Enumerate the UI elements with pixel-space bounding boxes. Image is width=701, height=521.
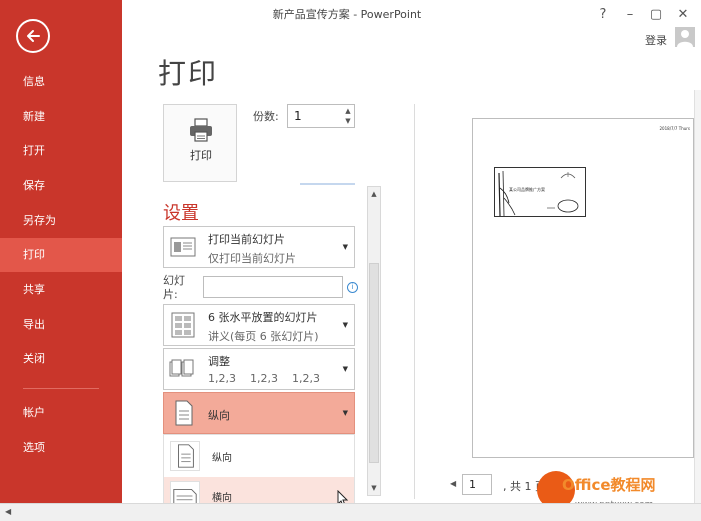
- minimize-button[interactable]: –: [620, 6, 640, 24]
- copies-input[interactable]: 1 ▲ ▼: [287, 104, 355, 128]
- print-button[interactable]: 打印: [163, 104, 237, 182]
- layout-main: 6 张水平放置的幻灯片: [208, 311, 318, 324]
- copies-label: 份数:: [253, 110, 279, 123]
- settings-scrollbar[interactable]: ▲ ▼: [367, 186, 381, 496]
- slide-thumbnail-text: 某公司品牌推广方案: [509, 187, 545, 192]
- orientation-option-label: 横向: [212, 493, 232, 504]
- settings-header: 设置: [163, 203, 199, 224]
- nav-open[interactable]: 打开: [0, 134, 122, 168]
- nav-print[interactable]: 打印: [0, 238, 122, 272]
- user-icon: [677, 30, 693, 47]
- scrollbar-thumb[interactable]: [369, 263, 379, 463]
- portrait-page-icon: [175, 400, 193, 426]
- horizontal-scrollbar[interactable]: ◀: [0, 503, 701, 521]
- avatar[interactable]: [675, 27, 695, 47]
- orientation-option-portrait[interactable]: 纵向: [164, 437, 354, 475]
- layout-dropdown[interactable]: 6 张水平放置的幻灯片 讲义(每页 6 张幻灯片) ▼: [163, 304, 355, 346]
- back-button[interactable]: [16, 19, 50, 53]
- copies-decrement-button[interactable]: ▼: [343, 117, 353, 126]
- help-button[interactable]: ?: [593, 6, 613, 24]
- orientation-main: 纵向: [208, 409, 230, 422]
- portrait-page-icon: [170, 441, 200, 471]
- collate-sub-3: 1,2,3: [292, 372, 320, 385]
- print-range-main: 打印当前幻灯片: [208, 233, 285, 246]
- collate-dropdown[interactable]: 调整 1,2,3 1,2,3 1,2,3 ▼: [163, 348, 355, 390]
- nav-export[interactable]: 导出: [0, 308, 122, 342]
- preview-scrollbar[interactable]: [694, 90, 701, 503]
- nav-divider: [23, 388, 99, 389]
- nav-info[interactable]: 信息: [0, 65, 122, 99]
- scroll-hint: [300, 183, 355, 185]
- collate-icon: [169, 359, 194, 377]
- collate-main: 调整: [208, 355, 230, 368]
- login-link[interactable]: 登录: [645, 32, 667, 48]
- info-icon[interactable]: i: [347, 282, 358, 293]
- backstage-nav: 信息 新建 打开 保存 另存为 打印 共享 导出 关闭 帐户 选项: [0, 0, 122, 503]
- orientation-dropdown[interactable]: 纵向 ▼: [163, 392, 355, 434]
- previous-page-button[interactable]: ◀: [450, 479, 456, 488]
- print-range-sub: 仅打印当前幻灯片: [208, 252, 296, 265]
- collate-sub-2: 1,2,3: [250, 372, 278, 385]
- restore-button[interactable]: ▢: [646, 6, 666, 24]
- layout-sub: 讲义(每页 6 张幻灯片): [208, 330, 319, 343]
- scroll-left-button[interactable]: ◀: [5, 507, 11, 516]
- nav-close[interactable]: 关闭: [0, 342, 122, 376]
- close-button[interactable]: ✕: [673, 6, 693, 24]
- slides-input[interactable]: [203, 276, 343, 298]
- page-number-value: 1: [469, 478, 476, 491]
- nav-save-as[interactable]: 另存为: [0, 204, 122, 238]
- print-range-dropdown[interactable]: 打印当前幻灯片 仅打印当前幻灯片 ▼: [163, 226, 355, 268]
- scroll-down-button[interactable]: ▼: [369, 482, 379, 494]
- chevron-down-icon: ▼: [342, 365, 348, 373]
- nav-account[interactable]: 帐户: [0, 396, 122, 430]
- preview-date: 2018/7/7 Thurs: [659, 126, 690, 131]
- page-number-input[interactable]: 1: [462, 474, 492, 495]
- chevron-down-icon: ▼: [342, 409, 348, 417]
- preview-page: 2018/7/7 Thurs 某公司品牌推广方案: [472, 118, 694, 458]
- handout-grid-icon: [171, 312, 195, 338]
- chevron-down-icon: ▼: [342, 321, 348, 329]
- arrow-left-icon: [27, 30, 40, 42]
- nav-share[interactable]: 共享: [0, 273, 122, 307]
- orientation-option-label: 纵向: [212, 453, 232, 464]
- copies-value: 1: [294, 109, 302, 123]
- print-button-label: 打印: [190, 149, 212, 162]
- collate-sub-1: 1,2,3: [208, 372, 236, 385]
- slide-thumbnail: 某公司品牌推广方案: [494, 167, 586, 217]
- chevron-down-icon: ▼: [342, 243, 348, 251]
- scroll-up-button[interactable]: ▲: [369, 188, 379, 200]
- window-title: 新产品宣传方案 - PowerPoint: [272, 8, 422, 21]
- watermark-title: Office教程网: [562, 476, 656, 494]
- copies-increment-button[interactable]: ▲: [343, 107, 353, 116]
- printer-icon: [190, 118, 212, 142]
- slides-range-icon: [170, 237, 196, 257]
- nav-save[interactable]: 保存: [0, 169, 122, 203]
- page-title: 打印: [158, 57, 219, 90]
- nav-new[interactable]: 新建: [0, 100, 122, 134]
- nav-options[interactable]: 选项: [0, 431, 122, 465]
- slides-label: 幻灯片:: [163, 274, 185, 301]
